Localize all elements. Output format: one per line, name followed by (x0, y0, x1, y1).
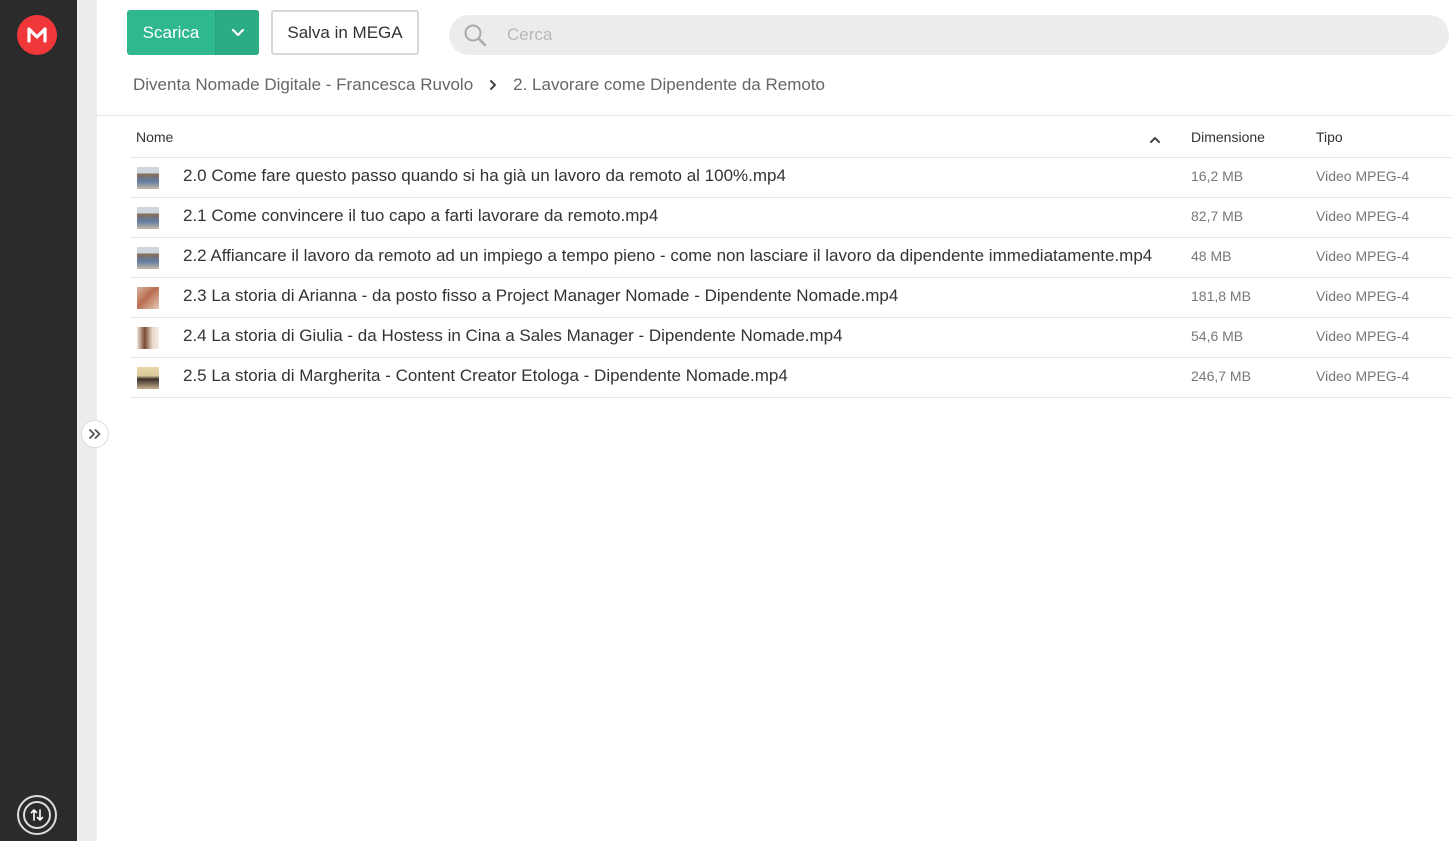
file-row[interactable]: 2.0 Come fare questo passo quando si ha … (130, 158, 1452, 198)
column-header-name[interactable]: Nome (136, 129, 173, 145)
file-size: 54,6 MB (1191, 328, 1244, 344)
file-name: 2.4 La storia di Giulia - da Hostess in … (183, 326, 843, 345)
file-row[interactable]: 2.1 Come convincere il tuo capo a farti … (130, 198, 1452, 238)
search-input[interactable] (507, 15, 1407, 55)
breadcrumb-item-root[interactable]: Diventa Nomade Digitale - Francesca Ruvo… (133, 75, 473, 95)
save-to-mega-button[interactable]: Salva in MEGA (271, 10, 419, 55)
search-icon (463, 23, 487, 51)
left-rail (0, 0, 77, 841)
download-button-label: Scarica (142, 22, 200, 42)
file-name: 2.3 La storia di Arianna - da posto fiss… (183, 286, 899, 305)
file-row[interactable]: 2.3 La storia di Arianna - da posto fiss… (130, 278, 1452, 318)
expand-panel-button[interactable] (81, 420, 109, 448)
file-name: 2.0 Come fare questo passo quando si ha … (183, 166, 786, 185)
file-type: Video MPEG-4 (1316, 328, 1410, 344)
mega-m-glyph (27, 27, 47, 43)
video-thumbnail (137, 327, 159, 349)
transfers-icon (23, 801, 51, 829)
breadcrumb-item-current[interactable]: 2. Lavorare come Dipendente da Remoto (513, 75, 825, 95)
video-thumbnail (137, 167, 159, 189)
chevron-down-icon (231, 28, 244, 37)
video-thumbnail (137, 247, 159, 269)
file-name: 2.5 La storia di Margherita - Content Cr… (183, 366, 788, 385)
download-options-dropdown[interactable] (216, 10, 259, 55)
file-type: Video MPEG-4 (1316, 248, 1410, 264)
file-size: 48 MB (1191, 248, 1232, 264)
column-header-size[interactable]: Dimensione (1191, 129, 1265, 145)
file-row[interactable]: 2.2 Affiancare il lavoro da remoto ad un… (130, 238, 1452, 278)
column-header-type[interactable]: Tipo (1316, 129, 1343, 145)
file-name: 2.1 Come convincere il tuo capo a farti … (183, 206, 659, 225)
double-chevron-right-icon (89, 429, 101, 439)
search-bar[interactable] (449, 15, 1449, 55)
chevron-up-icon[interactable] (1149, 131, 1161, 147)
file-type: Video MPEG-4 (1316, 208, 1410, 224)
file-type: Video MPEG-4 (1316, 288, 1410, 304)
file-row[interactable]: 2.4 La storia di Giulia - da Hostess in … (130, 318, 1452, 358)
file-table-header: Nome Dimensione Tipo (130, 116, 1452, 158)
file-size: 16,2 MB (1191, 168, 1244, 184)
video-thumbnail (137, 207, 159, 229)
file-type: Video MPEG-4 (1316, 368, 1410, 384)
transfers-button[interactable] (17, 795, 57, 835)
file-list: 2.0 Come fare questo passo quando si ha … (130, 158, 1452, 398)
file-size: 82,7 MB (1191, 208, 1244, 224)
video-thumbnail (137, 367, 159, 389)
chevron-right-icon (489, 79, 497, 91)
video-thumbnail (137, 287, 159, 309)
file-row[interactable]: 2.5 La storia di Margherita - Content Cr… (130, 358, 1452, 398)
file-size: 246,7 MB (1191, 368, 1251, 384)
file-size: 181,8 MB (1191, 288, 1251, 304)
download-button[interactable]: Scarica (127, 10, 259, 55)
file-type: Video MPEG-4 (1316, 168, 1410, 184)
breadcrumb: Diventa Nomade Digitale - Francesca Ruvo… (133, 74, 825, 96)
mega-logo-icon[interactable] (17, 15, 57, 55)
file-name: 2.2 Affiancare il lavoro da remoto ad un… (183, 246, 1153, 265)
